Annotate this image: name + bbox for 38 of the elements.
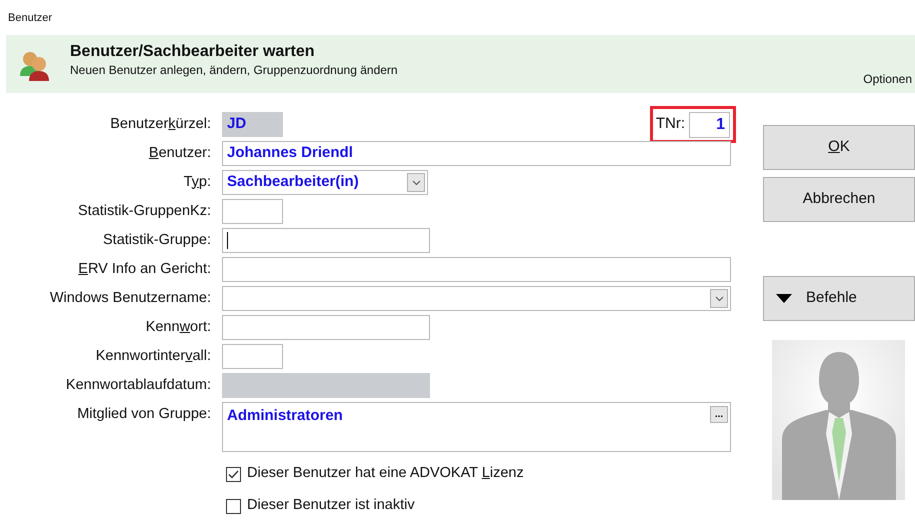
field-label: Statistik-GruppenKz:	[77, 202, 212, 221]
dropdown[interactable]: Sachbearbeiter(in)	[222, 170, 428, 195]
options-link[interactable]: Optionen	[863, 70, 912, 88]
ok-button[interactable]: OK	[763, 125, 915, 170]
checkbox[interactable]	[226, 498, 241, 514]
field-label: Benutzerkürzel:	[109, 114, 212, 134]
input-field[interactable]: JD	[222, 112, 283, 137]
field-label: ERV Info an Gericht:	[77, 260, 212, 279]
input-field[interactable]	[222, 344, 283, 369]
dropdown[interactable]	[222, 286, 731, 311]
field-label: Benutzer:	[148, 144, 212, 163]
header-subtitle: Neuen Benutzer anlegen, ändern, Gruppenzuordnung ändern	[70, 62, 398, 78]
caret-icon	[776, 294, 792, 303]
field-label: Kennwortablaufdatum:	[64, 376, 212, 395]
input-field[interactable]	[222, 315, 430, 340]
checkbox[interactable]	[226, 466, 241, 482]
input-field[interactable]: Johannes Driendl	[222, 141, 731, 166]
checkbox-label: Dieser Benutzer ist inaktiv	[247, 496, 415, 516]
input-field[interactable]: 1	[689, 112, 730, 138]
field-label: Mitglied von Gruppe:	[76, 405, 212, 424]
header-title: Benutzer/Sachbearbeiter warten	[70, 42, 316, 62]
cancel-button[interactable]: Abbrechen	[763, 177, 915, 222]
field-label: Windows Benutzername:	[48, 288, 212, 308]
list-field[interactable]: Administratoren ...	[222, 402, 731, 452]
field-label: Kennwort:	[144, 318, 212, 337]
input-field[interactable]	[222, 228, 430, 253]
input-field[interactable]	[222, 199, 283, 224]
field-label: TNr:	[656, 114, 685, 134]
input-field[interactable]	[222, 373, 430, 398]
commands-button[interactable]: Befehle	[763, 276, 915, 321]
checkbox-label: Dieser Benutzer hat eine ADVOKAT Lizenz	[247, 464, 524, 484]
users-icon	[18, 50, 52, 82]
window-title: Benutzer	[8, 11, 52, 26]
field-label: Kennwortintervall:	[94, 346, 212, 366]
field-label: Typ:	[182, 172, 212, 192]
field-label: Statistik-Gruppe:	[102, 230, 212, 250]
browse-button[interactable]: ...	[710, 406, 728, 423]
input-field[interactable]	[222, 257, 731, 282]
